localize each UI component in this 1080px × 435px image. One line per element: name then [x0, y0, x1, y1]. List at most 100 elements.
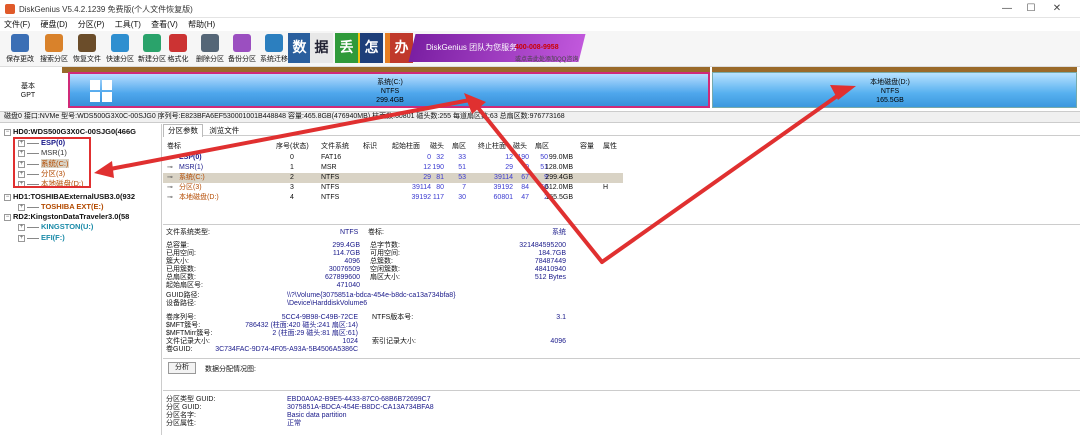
detail-label: 已用空间: — [166, 250, 196, 257]
table-row[interactable]: ⊸ 本地磁盘(D:) 4 NTFS 39192 117 30 60801 47 2 165.5GB — [163, 193, 623, 203]
table-cell: 50 — [540, 154, 548, 161]
ad-char[interactable]: 据 — [310, 33, 333, 63]
col-header: 终止柱面 — [478, 143, 506, 150]
partition-info-value: 正常 — [287, 420, 301, 427]
detail-tabs: 分区参数 浏览文件 — [163, 124, 1080, 137]
table-cell: 7 — [462, 184, 466, 191]
detail-value: 299.4GB — [332, 242, 360, 249]
table-cell: 67 — [521, 174, 529, 181]
partition-icon: ⊸ — [167, 194, 173, 201]
menu-disk[interactable]: 硬盘(D) — [36, 18, 71, 31]
menu-tools[interactable]: 工具(T) — [111, 18, 145, 31]
partition-icon: ⊸ — [167, 154, 173, 161]
ad-char[interactable]: 怎 — [360, 33, 383, 63]
format-button[interactable]: 格式化 — [160, 33, 196, 65]
backup-partition-button[interactable]: 备份分区 — [224, 33, 260, 65]
minimize-button[interactable]: — — [996, 2, 1018, 16]
table-cell: NTFS — [321, 184, 340, 191]
table-cell: 4 — [290, 194, 294, 201]
menu-view[interactable]: 查看(V) — [147, 18, 182, 31]
table-cell: 60801 — [493, 194, 513, 201]
new-partition-icon — [143, 34, 161, 52]
system-migration-button[interactable]: 系统迁移 — [256, 33, 292, 65]
col-header: 磁头 — [513, 143, 527, 150]
volume-label-value: 系统 — [552, 229, 566, 236]
table-cell: 299.4GB — [545, 174, 573, 181]
table-row[interactable]: ⊸ 分区(3) 3 NTFS 39114 80 7 39192 84 60 612.0MB H — [163, 183, 623, 193]
close-button[interactable]: ✕ — [1046, 2, 1068, 16]
save-icon — [11, 34, 29, 52]
table-cell: 33 — [458, 154, 466, 161]
ntfs-value: 786432 (柱面:420 磁头:241 扇区:14) — [245, 322, 358, 329]
detail-value: 512 Bytes — [534, 274, 566, 281]
table-cell: 84 — [521, 184, 529, 191]
partition-info-value: 3075851A-BDCA-454E-B8DC-CA13A734BFA8 — [287, 404, 434, 411]
tab-browse-files[interactable]: 浏览文件 — [205, 125, 243, 137]
recover-icon — [78, 34, 96, 52]
detail-label: 已用簇数: — [166, 266, 196, 273]
table-cell: 39192 — [411, 194, 431, 201]
table-cell: MSR(1) — [179, 164, 204, 171]
ad-note[interactable]: 或点击此处添加QQ咨询 — [515, 54, 578, 63]
tree-item-toshiba-e[interactable]: + TOSHIBA EXT(E:) — [18, 202, 104, 211]
detail-value: 48410940 — [534, 266, 566, 273]
col-header: 容量 — [580, 143, 594, 150]
search-partition-button[interactable]: 搜索分区 — [36, 33, 72, 65]
ntfs-label: NTFS版本号: — [372, 314, 414, 321]
tree-disk-hd0[interactable]: − HD0:WDS500G3X0C-00SJG0(466G — [4, 127, 136, 136]
ad-char[interactable]: 数 — [288, 33, 311, 63]
recover-files-button[interactable]: 恢复文件 — [69, 33, 105, 65]
detail-value: 471040 — [336, 282, 360, 289]
save-button[interactable]: 保存更改 — [2, 33, 38, 65]
analyze-button[interactable]: 分析 — [168, 362, 196, 374]
trash-icon — [201, 34, 219, 52]
tree-item-efi-f[interactable]: + EFI(F:) — [18, 233, 65, 242]
menu-file[interactable]: 文件(F) — [0, 18, 34, 31]
detail-label: 空闲簇数: — [370, 266, 400, 273]
device-path-value: \Device\HarddiskVolume6 — [287, 300, 368, 307]
table-cell: ESP(0) — [179, 154, 202, 161]
table-cell: 117 — [432, 194, 444, 201]
partition-icon: ⊸ — [167, 184, 173, 191]
partition-info-label: 分区 GUID: — [166, 404, 202, 411]
table-cell: 0 — [290, 154, 294, 161]
tab-partition-params[interactable]: 分区参数 — [163, 124, 203, 137]
table-row[interactable]: ⊸ MSR(1) 1 MSR 12 190 51 29 0 51 128.0MB — [163, 163, 623, 173]
migration-icon — [265, 34, 283, 52]
table-row[interactable]: ⊸ ESP(0) 0 FAT16 0 32 33 12 190 50 99.0MB — [163, 153, 623, 163]
ad-char[interactable]: 丢 — [335, 33, 358, 63]
detail-label: 总容量: — [166, 242, 189, 249]
col-header: 起始柱面 — [392, 143, 420, 150]
table-cell: 190 — [432, 164, 444, 171]
guid-path-value: \\?\Volume{3075851a-bdca-454e-b8dc-ca13a… — [287, 292, 456, 299]
table-row[interactable]: ⊸ 系统(C:) 2 NTFS 29 81 53 39114 67 9 299.4GB — [163, 173, 623, 183]
menu-help[interactable]: 帮助(H) — [184, 18, 219, 31]
ntfs-value: 1024 — [342, 338, 358, 345]
delete-partition-button[interactable]: 删除分区 — [192, 33, 228, 65]
col-header: 属性 — [603, 143, 617, 150]
partition-table: 卷标 序号(状态) 文件系统 标识 起始柱面 磁头 扇区 终止柱面 磁头 扇区 … — [163, 140, 1080, 220]
ad-phone[interactable]: 400-008-9958 — [515, 44, 559, 51]
format-icon — [169, 34, 187, 52]
ntfs-label: 卷序列号: — [166, 314, 196, 321]
partition-system-c-text: 系统(C:) NTFS 299.4GB — [376, 79, 404, 104]
table-cell: 0 — [525, 164, 529, 171]
divider — [163, 224, 1080, 225]
menu-partition[interactable]: 分区(P) — [74, 18, 109, 31]
disk-info-bar: 磁盘0 接口:NVMe 型号:WDS500G3X0C-00SJG0 序列号:E8… — [0, 111, 1080, 123]
table-cell: 99.0MB — [548, 154, 573, 161]
table-cell: NTFS — [321, 174, 340, 181]
table-cell: 51 — [458, 164, 466, 171]
maximize-button[interactable]: ☐ — [1020, 2, 1042, 16]
quick-partition-button[interactable]: 快速分区 — [102, 33, 138, 65]
tree-disk-rd2[interactable]: − RD2:KingstonDataTraveler3.0(58 — [4, 212, 129, 221]
partition-info-value: EBD0A0A2-B9E5-4433-87C0-68B6B72699C7 — [287, 396, 431, 403]
tree-item-kingston-u[interactable]: + KINGSTON(U:) — [18, 222, 93, 231]
partition-info-label: 分区属性: — [166, 420, 196, 427]
table-cell: 29 — [505, 164, 513, 171]
menu-bar: 文件(F) 硬盘(D) 分区(P) 工具(T) 查看(V) 帮助(H) — [0, 18, 1080, 31]
partition-icon: ⊸ — [167, 164, 173, 171]
tree-disk-hd1[interactable]: − HD1:TOSHIBAExternalUSB3.0(932 — [4, 192, 135, 201]
table-cell: 分区(3) — [179, 184, 202, 191]
device-path-label: 设备路径: — [166, 300, 196, 307]
